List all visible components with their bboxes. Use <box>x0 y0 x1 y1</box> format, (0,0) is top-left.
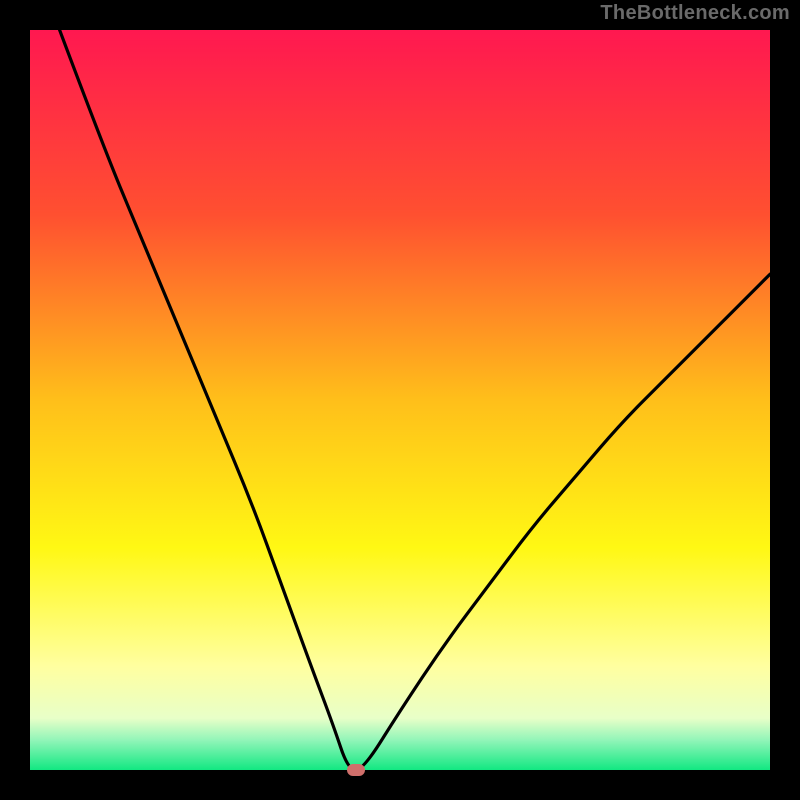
chart-frame: TheBottleneck.com <box>0 0 800 800</box>
plot-area <box>30 30 770 770</box>
chart-svg <box>30 30 770 770</box>
gradient-background <box>30 30 770 770</box>
watermark-label: TheBottleneck.com <box>600 2 790 25</box>
min-point-marker <box>347 764 365 776</box>
